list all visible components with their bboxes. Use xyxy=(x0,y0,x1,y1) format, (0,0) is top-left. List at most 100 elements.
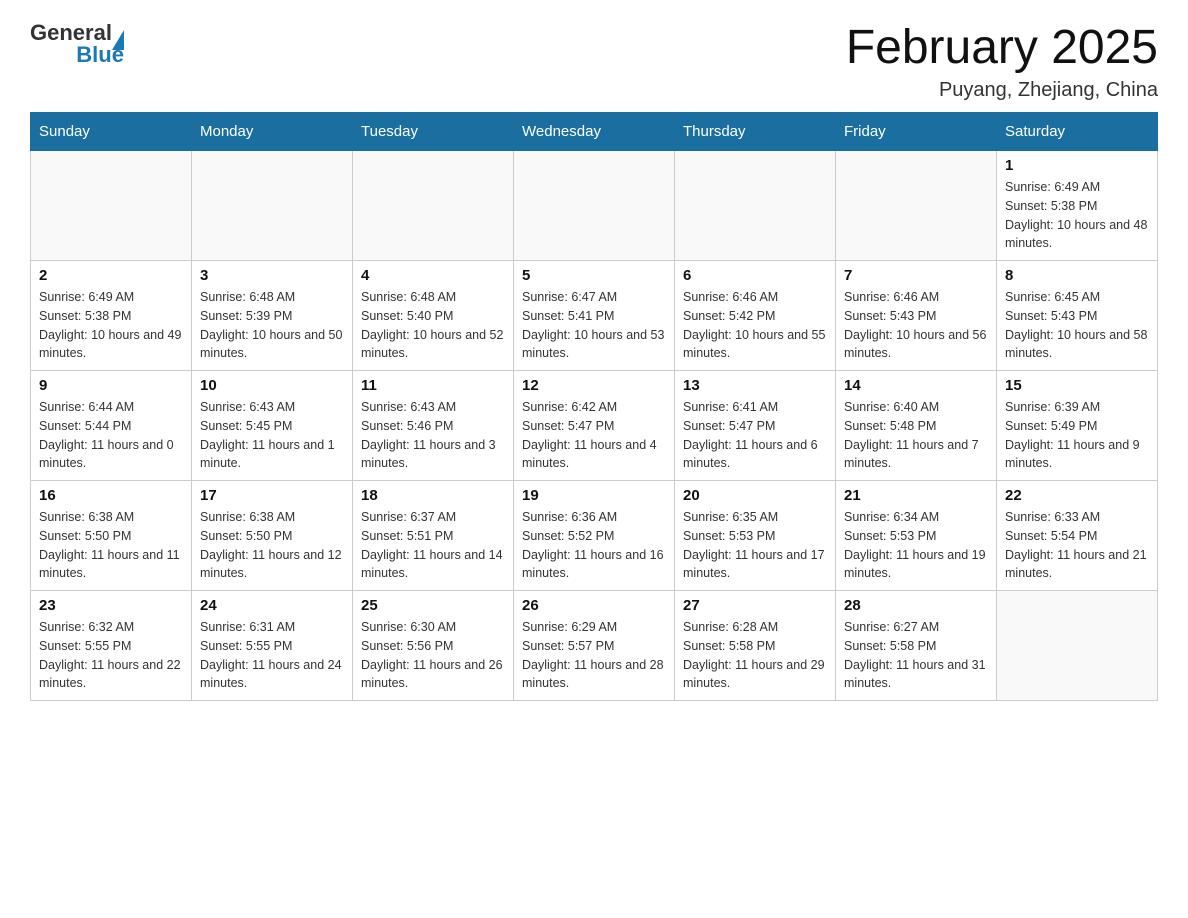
day-info: Sunrise: 6:43 AMSunset: 5:46 PMDaylight:… xyxy=(361,398,505,473)
calendar-cell: 3 Sunrise: 6:48 AMSunset: 5:39 PMDaylight… xyxy=(192,261,353,371)
day-info: Sunrise: 6:37 AMSunset: 5:51 PMDaylight:… xyxy=(361,508,505,583)
calendar-cell: 13Sunrise: 6:41 AMSunset: 5:47 PMDayligh… xyxy=(675,371,836,481)
day-number: 12 xyxy=(522,377,666,394)
day-number: 27 xyxy=(683,597,827,614)
day-info: Sunrise: 6:49 AMSunset: 5:38 PMDaylight:… xyxy=(39,288,183,363)
weekday-header: Monday xyxy=(192,113,353,151)
calendar-week-row: 9 Sunrise: 6:44 AMSunset: 5:44 PMDaylight… xyxy=(31,371,1158,481)
day-number: 4 xyxy=(361,267,505,284)
day-number: 6 xyxy=(683,267,827,284)
logo-blue-text: Blue xyxy=(76,42,124,68)
calendar-cell: 22Sunrise: 6:33 AMSunset: 5:54 PMDayligh… xyxy=(997,481,1158,591)
calendar-cell: 19 Sunrise: 6:36 AMSunset: 5:52 PMDayligh… xyxy=(514,481,675,591)
day-number: 3 xyxy=(200,267,344,284)
day-number: 28 xyxy=(844,597,988,614)
day-number: 7 xyxy=(844,267,988,284)
day-info: Sunrise: 6:29 AMSunset: 5:57 PMDaylight:… xyxy=(522,618,666,693)
day-number: 20 xyxy=(683,487,827,504)
weekday-header: Thursday xyxy=(675,113,836,151)
day-number: 15 xyxy=(1005,377,1149,394)
calendar-cell: 5 Sunrise: 6:47 AMSunset: 5:41 PMDaylight… xyxy=(514,261,675,371)
day-info: Sunrise: 6:28 AMSunset: 5:58 PMDaylight:… xyxy=(683,618,827,693)
calendar-week-row: 2 Sunrise: 6:49 AMSunset: 5:38 PMDaylight… xyxy=(31,261,1158,371)
calendar-cell: 10Sunrise: 6:43 AMSunset: 5:45 PMDayligh… xyxy=(192,371,353,481)
calendar-week-row: 16 Sunrise: 6:38 AMSunset: 5:50 PMDayligh… xyxy=(31,481,1158,591)
calendar-cell xyxy=(997,591,1158,701)
day-number: 11 xyxy=(361,377,505,394)
calendar-cell: 7 Sunrise: 6:46 AMSunset: 5:43 PMDaylight… xyxy=(836,261,997,371)
location-title: Puyang, Zhejiang, China xyxy=(846,79,1158,102)
day-info: Sunrise: 6:34 AMSunset: 5:53 PMDaylight:… xyxy=(844,508,988,583)
day-number: 10 xyxy=(200,377,344,394)
calendar-cell: 8 Sunrise: 6:45 AMSunset: 5:43 PMDaylight… xyxy=(997,261,1158,371)
day-info: Sunrise: 6:46 AMSunset: 5:42 PMDaylight:… xyxy=(683,288,827,363)
calendar-cell xyxy=(514,151,675,261)
calendar-cell: 27 Sunrise: 6:28 AMSunset: 5:58 PMDayligh… xyxy=(675,591,836,701)
day-info: Sunrise: 6:40 AMSunset: 5:48 PMDaylight:… xyxy=(844,398,988,473)
day-info: Sunrise: 6:36 AMSunset: 5:52 PMDaylight:… xyxy=(522,508,666,583)
calendar-cell: 11 Sunrise: 6:43 AMSunset: 5:46 PMDayligh… xyxy=(353,371,514,481)
calendar-cell xyxy=(675,151,836,261)
day-info: Sunrise: 6:45 AMSunset: 5:43 PMDaylight:… xyxy=(1005,288,1149,363)
calendar-week-row: 23 Sunrise: 6:32 AMSunset: 5:55 PMDayligh… xyxy=(31,591,1158,701)
day-number: 24 xyxy=(200,597,344,614)
calendar-cell: 26 Sunrise: 6:29 AMSunset: 5:57 PMDayligh… xyxy=(514,591,675,701)
calendar-cell xyxy=(353,151,514,261)
calendar-cell: 1Sunrise: 6:49 AMSunset: 5:38 PMDaylight… xyxy=(997,151,1158,261)
day-number: 16 xyxy=(39,487,183,504)
day-info: Sunrise: 6:41 AMSunset: 5:47 PMDaylight:… xyxy=(683,398,827,473)
calendar-cell: 16 Sunrise: 6:38 AMSunset: 5:50 PMDayligh… xyxy=(31,481,192,591)
weekday-header: Sunday xyxy=(31,113,192,151)
weekday-header: Tuesday xyxy=(353,113,514,151)
calendar-cell: 15 Sunrise: 6:39 AMSunset: 5:49 PMDayligh… xyxy=(997,371,1158,481)
calendar-cell xyxy=(31,151,192,261)
calendar-cell: 20 Sunrise: 6:35 AMSunset: 5:53 PMDayligh… xyxy=(675,481,836,591)
day-number: 5 xyxy=(522,267,666,284)
day-info: Sunrise: 6:33 AMSunset: 5:54 PMDaylight:… xyxy=(1005,508,1149,583)
day-info: Sunrise: 6:39 AMSunset: 5:49 PMDaylight:… xyxy=(1005,398,1149,473)
calendar-cell: 2 Sunrise: 6:49 AMSunset: 5:38 PMDaylight… xyxy=(31,261,192,371)
day-info: Sunrise: 6:30 AMSunset: 5:56 PMDaylight:… xyxy=(361,618,505,693)
day-number: 17 xyxy=(200,487,344,504)
day-info: Sunrise: 6:35 AMSunset: 5:53 PMDaylight:… xyxy=(683,508,827,583)
day-number: 26 xyxy=(522,597,666,614)
calendar-week-row: 1Sunrise: 6:49 AMSunset: 5:38 PMDaylight… xyxy=(31,151,1158,261)
day-number: 19 xyxy=(522,487,666,504)
day-info: Sunrise: 6:44 AMSunset: 5:44 PMDaylight:… xyxy=(39,398,183,473)
calendar-cell: 18 Sunrise: 6:37 AMSunset: 5:51 PMDayligh… xyxy=(353,481,514,591)
calendar-cell: 4Sunrise: 6:48 AMSunset: 5:40 PMDaylight… xyxy=(353,261,514,371)
weekday-header: Friday xyxy=(836,113,997,151)
calendar-cell: 23 Sunrise: 6:32 AMSunset: 5:55 PMDayligh… xyxy=(31,591,192,701)
day-number: 1 xyxy=(1005,157,1149,174)
day-number: 21 xyxy=(844,487,988,504)
calendar-cell: 28 Sunrise: 6:27 AMSunset: 5:58 PMDayligh… xyxy=(836,591,997,701)
day-number: 23 xyxy=(39,597,183,614)
day-info: Sunrise: 6:42 AMSunset: 5:47 PMDaylight:… xyxy=(522,398,666,473)
day-number: 8 xyxy=(1005,267,1149,284)
calendar-cell: 9 Sunrise: 6:44 AMSunset: 5:44 PMDaylight… xyxy=(31,371,192,481)
calendar-cell xyxy=(192,151,353,261)
day-info: Sunrise: 6:27 AMSunset: 5:58 PMDaylight:… xyxy=(844,618,988,693)
day-number: 9 xyxy=(39,377,183,394)
calendar-cell: 6 Sunrise: 6:46 AMSunset: 5:42 PMDaylight… xyxy=(675,261,836,371)
day-info: Sunrise: 6:31 AMSunset: 5:55 PMDaylight:… xyxy=(200,618,344,693)
calendar-cell: 24 Sunrise: 6:31 AMSunset: 5:55 PMDayligh… xyxy=(192,591,353,701)
day-number: 18 xyxy=(361,487,505,504)
calendar-table: SundayMondayTuesdayWednesdayThursdayFrid… xyxy=(30,112,1158,701)
day-number: 2 xyxy=(39,267,183,284)
calendar-cell: 14 Sunrise: 6:40 AMSunset: 5:48 PMDayligh… xyxy=(836,371,997,481)
calendar-cell: 21 Sunrise: 6:34 AMSunset: 5:53 PMDayligh… xyxy=(836,481,997,591)
day-info: Sunrise: 6:32 AMSunset: 5:55 PMDaylight:… xyxy=(39,618,183,693)
day-info: Sunrise: 6:38 AMSunset: 5:50 PMDaylight:… xyxy=(39,508,183,583)
calendar-header-row: SundayMondayTuesdayWednesdayThursdayFrid… xyxy=(31,113,1158,151)
day-info: Sunrise: 6:46 AMSunset: 5:43 PMDaylight:… xyxy=(844,288,988,363)
day-info: Sunrise: 6:48 AMSunset: 5:39 PMDaylight:… xyxy=(200,288,344,363)
page-header: General Blue February 2025 Puyang, Zheji… xyxy=(30,20,1158,102)
weekday-header: Saturday xyxy=(997,113,1158,151)
day-info: Sunrise: 6:38 AMSunset: 5:50 PMDaylight:… xyxy=(200,508,344,583)
weekday-header: Wednesday xyxy=(514,113,675,151)
calendar-cell: 12 Sunrise: 6:42 AMSunset: 5:47 PMDayligh… xyxy=(514,371,675,481)
day-number: 14 xyxy=(844,377,988,394)
day-info: Sunrise: 6:47 AMSunset: 5:41 PMDaylight:… xyxy=(522,288,666,363)
month-title: February 2025 xyxy=(846,20,1158,75)
